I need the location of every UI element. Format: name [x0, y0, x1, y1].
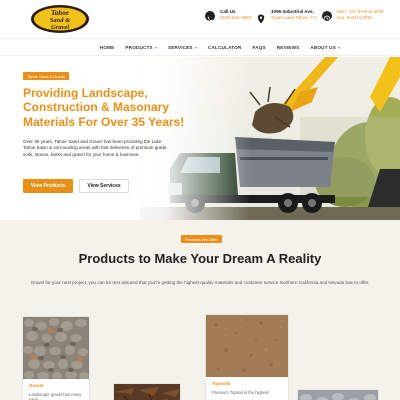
products-intro: Gravel for your next project, you can be…	[30, 280, 370, 285]
product-card[interactable]	[114, 384, 180, 400]
logo[interactable]: Tahoe Sand & Gravel	[30, 4, 90, 34]
map-pin-icon	[256, 11, 266, 24]
main-nav: HOME PRODUCTS ▾ SERVICES ▾ CALCULATOR FAQS…	[0, 38, 400, 56]
products-section: Products We Offer Products to Make Your …	[0, 220, 400, 400]
product-description: Premium Topsoil is the highest	[212, 390, 269, 395]
contact-call[interactable]: Call Us (530) 541-6660	[205, 9, 251, 22]
phone-icon	[205, 11, 215, 22]
nav-item-about[interactable]: ABOUT US ▾	[310, 45, 340, 50]
view-services-button[interactable]: View Services	[79, 179, 129, 193]
hero-tag: Tahoe Sand & Gravel	[23, 72, 70, 80]
view-products-button[interactable]: View Products	[23, 179, 73, 193]
logo-line3: Gravel	[51, 24, 69, 31]
product-name: Gravel	[29, 383, 44, 388]
logo-line1: Tahoe	[51, 9, 69, 17]
logo-line2: Sand &	[50, 17, 70, 24]
product-card-topsoils[interactable]: Topsoils Premium Topsoil is the highest	[206, 315, 288, 400]
bark-image	[114, 384, 180, 400]
contact-address: 1096 Industrial Ave, South Lake Tahoe, C…	[256, 9, 317, 24]
stone-image	[298, 390, 378, 400]
products-tag: Products We Offer	[181, 235, 222, 243]
products-title: Products to Make Your Dream A Reality	[78, 251, 322, 266]
call-number[interactable]: (530) 541-6660	[220, 15, 251, 21]
nav-item-home[interactable]: HOME	[100, 45, 115, 50]
contact-hours: Mon - Fri: 8AM to 5PM Sat: 8AM to 2PM	[322, 9, 383, 23]
nav-item-reviews[interactable]: REVIEWS	[277, 45, 300, 50]
gravel-image	[23, 317, 89, 379]
chevron-down-icon: ▾	[194, 44, 197, 50]
nav-item-services[interactable]: SERVICES ▾	[168, 45, 197, 50]
hero-section: Tahoe Sand & Gravel Providing Landscape,…	[0, 57, 400, 220]
address-line2: South Lake Tahoe, CA	[271, 15, 317, 20]
product-card[interactable]	[298, 390, 378, 400]
nav-item-products[interactable]: PRODUCTS ▾	[125, 45, 157, 50]
clock-icon	[322, 11, 332, 23]
product-description: Landscape gravel has many uses	[29, 392, 82, 400]
nav-item-calculator[interactable]: CALCULATOR	[208, 45, 241, 50]
topsoil-image	[206, 315, 288, 377]
nav-item-faqs[interactable]: FAQS	[252, 45, 265, 50]
chevron-down-icon: ▾	[154, 44, 158, 50]
chevron-down-icon: ▾	[337, 44, 341, 50]
product-card-gravel[interactable]: Gravel Landscape gravel has many uses	[23, 317, 89, 400]
hours-saturday: Sat: 8AM to 2PM	[337, 15, 372, 20]
hero-description: Over 35 years, Tahoe Sand and Gravel has…	[23, 139, 167, 157]
hero-title: Providing Landscape, Construction & Maso…	[23, 86, 185, 129]
product-name: Topsoils	[212, 381, 231, 386]
site-header: Tahoe Sand & Gravel Call Us (530) 541-66…	[0, 0, 400, 38]
